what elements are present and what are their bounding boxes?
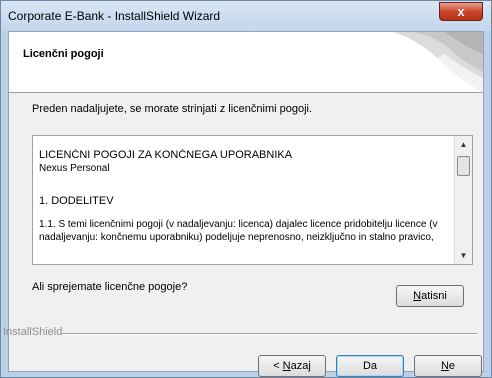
license-product: Nexus Personal — [39, 163, 110, 174]
wizard-header: Licenčni pogoji — [9, 32, 483, 93]
license-heading: LICENČNI POGOJI ZA KONČNEGA UPORABNIKA — [39, 149, 293, 161]
license-text: LICENČNI POGOJI ZA KONČNEGA UPORABNIKA N… — [39, 149, 452, 262]
license-paragraph-line: nadaljevanju: končnemu uporabniku) podel… — [39, 232, 434, 243]
no-button[interactable]: Ne — [414, 355, 482, 377]
license-paragraph-line: 1.1. S temi licenčnimi pogoji (v nadalje… — [39, 219, 438, 230]
installshield-brand-label: InstallShield — [3, 326, 63, 338]
close-icon: x — [457, 4, 465, 19]
window-title: Corporate E-Bank - InstallShield Wizard — [8, 9, 221, 23]
yes-button[interactable]: Da — [336, 355, 404, 377]
instruction-text: Preden nadaljujete, se morate strinjati … — [32, 103, 313, 115]
wizard-window: Corporate E-Bank - InstallShield Wizard … — [0, 0, 492, 378]
wizard-client-area: Licenčni pogoji Preden nadaljujete, se m… — [3, 31, 484, 377]
accept-question: Ali sprejemate licenčne pogoje? — [32, 281, 188, 293]
title-bar[interactable]: Corporate E-Bank - InstallShield Wizard … — [1, 1, 491, 31]
license-agreement-textbox[interactable]: LICENČNI POGOJI ZA KONČNEGA UPORABNIKA N… — [32, 135, 473, 265]
page-title: Licenčni pogoji — [23, 48, 104, 60]
scroll-thumb[interactable] — [457, 156, 470, 176]
scroll-up-arrow-icon[interactable]: ▲ — [455, 136, 472, 153]
installshield-page-curl-icon — [393, 32, 483, 92]
footer-divider — [62, 333, 477, 335]
back-button[interactable]: < Nazaj — [258, 355, 326, 377]
print-button[interactable]: Natisni — [396, 285, 464, 307]
license-scrollbar[interactable]: ▲ ▼ — [454, 136, 472, 264]
close-button[interactable]: x — [439, 2, 483, 21]
scroll-down-arrow-icon[interactable]: ▼ — [455, 247, 472, 264]
license-section-title: 1. DODELITEV — [39, 195, 114, 207]
